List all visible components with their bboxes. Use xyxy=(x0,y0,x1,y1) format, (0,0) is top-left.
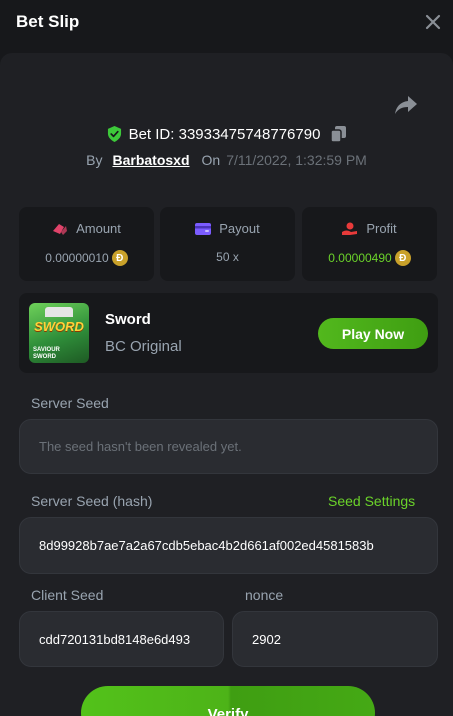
server-seed-hash-label: Server Seed (hash) xyxy=(31,493,153,509)
profit-hand-icon xyxy=(342,222,358,235)
amount-label: Amount xyxy=(76,221,121,236)
payout-card: Payout 50 x xyxy=(160,207,295,281)
server-seed-hash-field[interactable]: 8d99928b7ae7a2a67cdb5ebac4b2d661af002ed4… xyxy=(19,517,438,574)
coin-icon: Ð xyxy=(394,250,411,266)
nonce-field[interactable]: 2902 xyxy=(232,611,438,667)
coin-icon: Ð xyxy=(111,250,128,266)
server-seed-label: Server Seed xyxy=(31,395,109,411)
bet-id-row: Bet ID: 33933475748776790 xyxy=(0,124,453,144)
wallet-icon xyxy=(195,222,212,235)
thumbnail-cap xyxy=(45,307,73,317)
game-thumbnail[interactable]: SWORD SAVIOUR SWORD xyxy=(29,303,89,363)
bet-id: Bet ID: 33933475748776790 xyxy=(128,125,321,143)
on-label: On xyxy=(201,152,221,168)
client-seed-field[interactable]: cdd720131bd8148e6d493 xyxy=(19,611,224,667)
server-seed-field: The seed hasn't been revealed yet. xyxy=(19,419,438,474)
game-card: SWORD SAVIOUR SWORD Sword BC Original Pl… xyxy=(19,293,438,373)
shield-check-icon xyxy=(107,126,121,142)
verify-button[interactable]: Verify xyxy=(81,686,375,716)
client-seed-label: Client Seed xyxy=(31,587,104,603)
nonce-label: nonce xyxy=(245,587,284,603)
dialog-title: Bet Slip xyxy=(16,12,80,31)
amount-value: 0.00000010 xyxy=(45,251,109,265)
close-icon[interactable] xyxy=(423,12,443,32)
profit-value: 0.00000490 xyxy=(328,251,392,265)
payout-value: 50 x xyxy=(216,250,239,264)
bet-author-row: By Barbatosxd On 7/11/2022, 1:32:59 PM xyxy=(0,150,453,170)
thumbnail-subtitle: SAVIOUR SWORD xyxy=(33,347,60,360)
seed-settings-link[interactable]: Seed Settings xyxy=(328,493,415,509)
payout-label: Payout xyxy=(219,221,260,236)
username-link[interactable]: Barbatosxd xyxy=(113,152,190,168)
bet-date: 7/11/2022, 1:32:59 PM xyxy=(226,152,367,168)
profit-card: Profit 0.00000490 Ð xyxy=(302,207,437,281)
amount-card: Amount 0.00000010 Ð xyxy=(19,207,154,281)
amount-icon xyxy=(53,223,68,235)
header: Bet Slip xyxy=(0,0,453,44)
profit-label: Profit xyxy=(366,221,397,236)
game-name: Sword xyxy=(105,311,151,328)
share-icon[interactable] xyxy=(394,94,418,116)
thumbnail-title: SWORD xyxy=(34,319,84,334)
copy-icon[interactable] xyxy=(331,126,347,142)
by-label: By xyxy=(86,152,103,168)
game-provider: BC Original xyxy=(105,338,182,355)
play-now-button[interactable]: Play Now xyxy=(318,318,428,349)
